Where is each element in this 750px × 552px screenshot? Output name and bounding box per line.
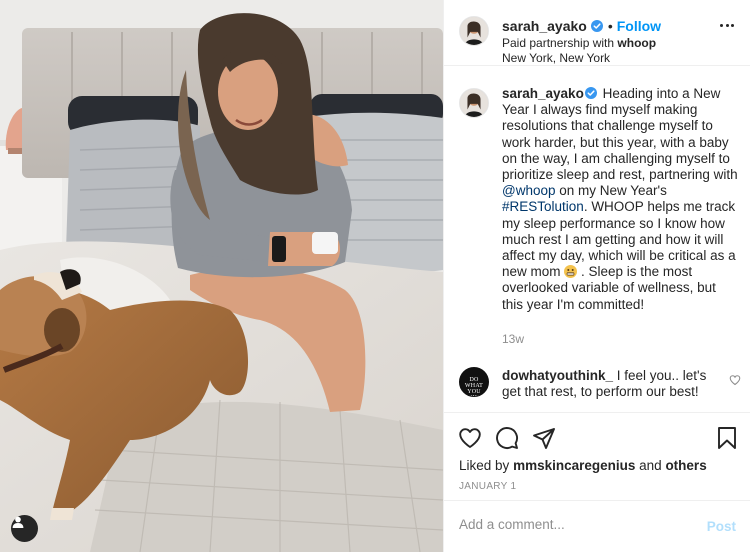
- comment: dowhatyouthink_ I feel you.. let's get t…: [502, 368, 712, 400]
- post-header: sarah_ayako • Follow Paid partnership wi…: [444, 0, 750, 66]
- post-time[interactable]: 13w: [502, 332, 524, 346]
- bookmark-icon[interactable]: [715, 426, 739, 450]
- comment-icon[interactable]: [495, 426, 519, 450]
- author-username[interactable]: sarah_ayako: [502, 18, 587, 34]
- paid-partnership: Paid partnership with whoop: [502, 36, 656, 50]
- post-photo[interactable]: [0, 0, 443, 552]
- caption-text: on my New Year's: [555, 183, 667, 199]
- verified-badge-icon: [590, 20, 603, 32]
- caption-username[interactable]: sarah_ayako: [502, 86, 584, 101]
- share-icon[interactable]: [532, 426, 556, 450]
- add-comment-input[interactable]: [459, 517, 689, 532]
- post-caption: sarah_ayako Heading into a New Year I al…: [502, 86, 740, 313]
- heart-outline-icon[interactable]: [729, 374, 741, 386]
- author-avatar[interactable]: [459, 16, 489, 46]
- post-details-panel: sarah_ayako • Follow Paid partnership wi…: [443, 0, 750, 552]
- commenter-avatar-text: DO WHAT YOU THINK: [464, 377, 484, 396]
- follow-button[interactable]: Follow: [617, 18, 661, 34]
- liked-by-label: Liked by: [459, 458, 510, 473]
- location-link[interactable]: New York, New York: [502, 51, 610, 65]
- post-button[interactable]: Post: [707, 519, 736, 534]
- verified-badge-icon: [584, 87, 597, 99]
- separator-dot: •: [607, 18, 613, 34]
- add-comment-bar: Post: [444, 500, 750, 552]
- mention-link[interactable]: @whoop: [502, 183, 556, 198]
- caption-avatar[interactable]: [459, 88, 489, 118]
- liked-by-others[interactable]: others: [665, 458, 706, 473]
- grimacing-face-emoji: [564, 265, 578, 279]
- post-date[interactable]: JANUARY 1: [459, 481, 516, 492]
- hashtag-link[interactable]: #RESTolution: [502, 199, 584, 214]
- partnership-label: Paid partnership with: [502, 36, 615, 50]
- liked-by: Liked by mmskincaregenius and others: [459, 458, 707, 473]
- commenter-avatar[interactable]: DO WHAT YOU THINK: [459, 367, 489, 397]
- liked-by-and: and: [639, 458, 662, 473]
- more-options-icon[interactable]: [720, 24, 734, 28]
- partner-link[interactable]: whoop: [617, 36, 656, 50]
- heart-icon[interactable]: [458, 426, 482, 450]
- liked-by-user[interactable]: mmskincaregenius: [513, 458, 635, 473]
- commenter-username[interactable]: dowhatyouthink_: [502, 368, 613, 383]
- photo-illustration: [0, 0, 443, 552]
- user-tag-icon[interactable]: [11, 515, 38, 542]
